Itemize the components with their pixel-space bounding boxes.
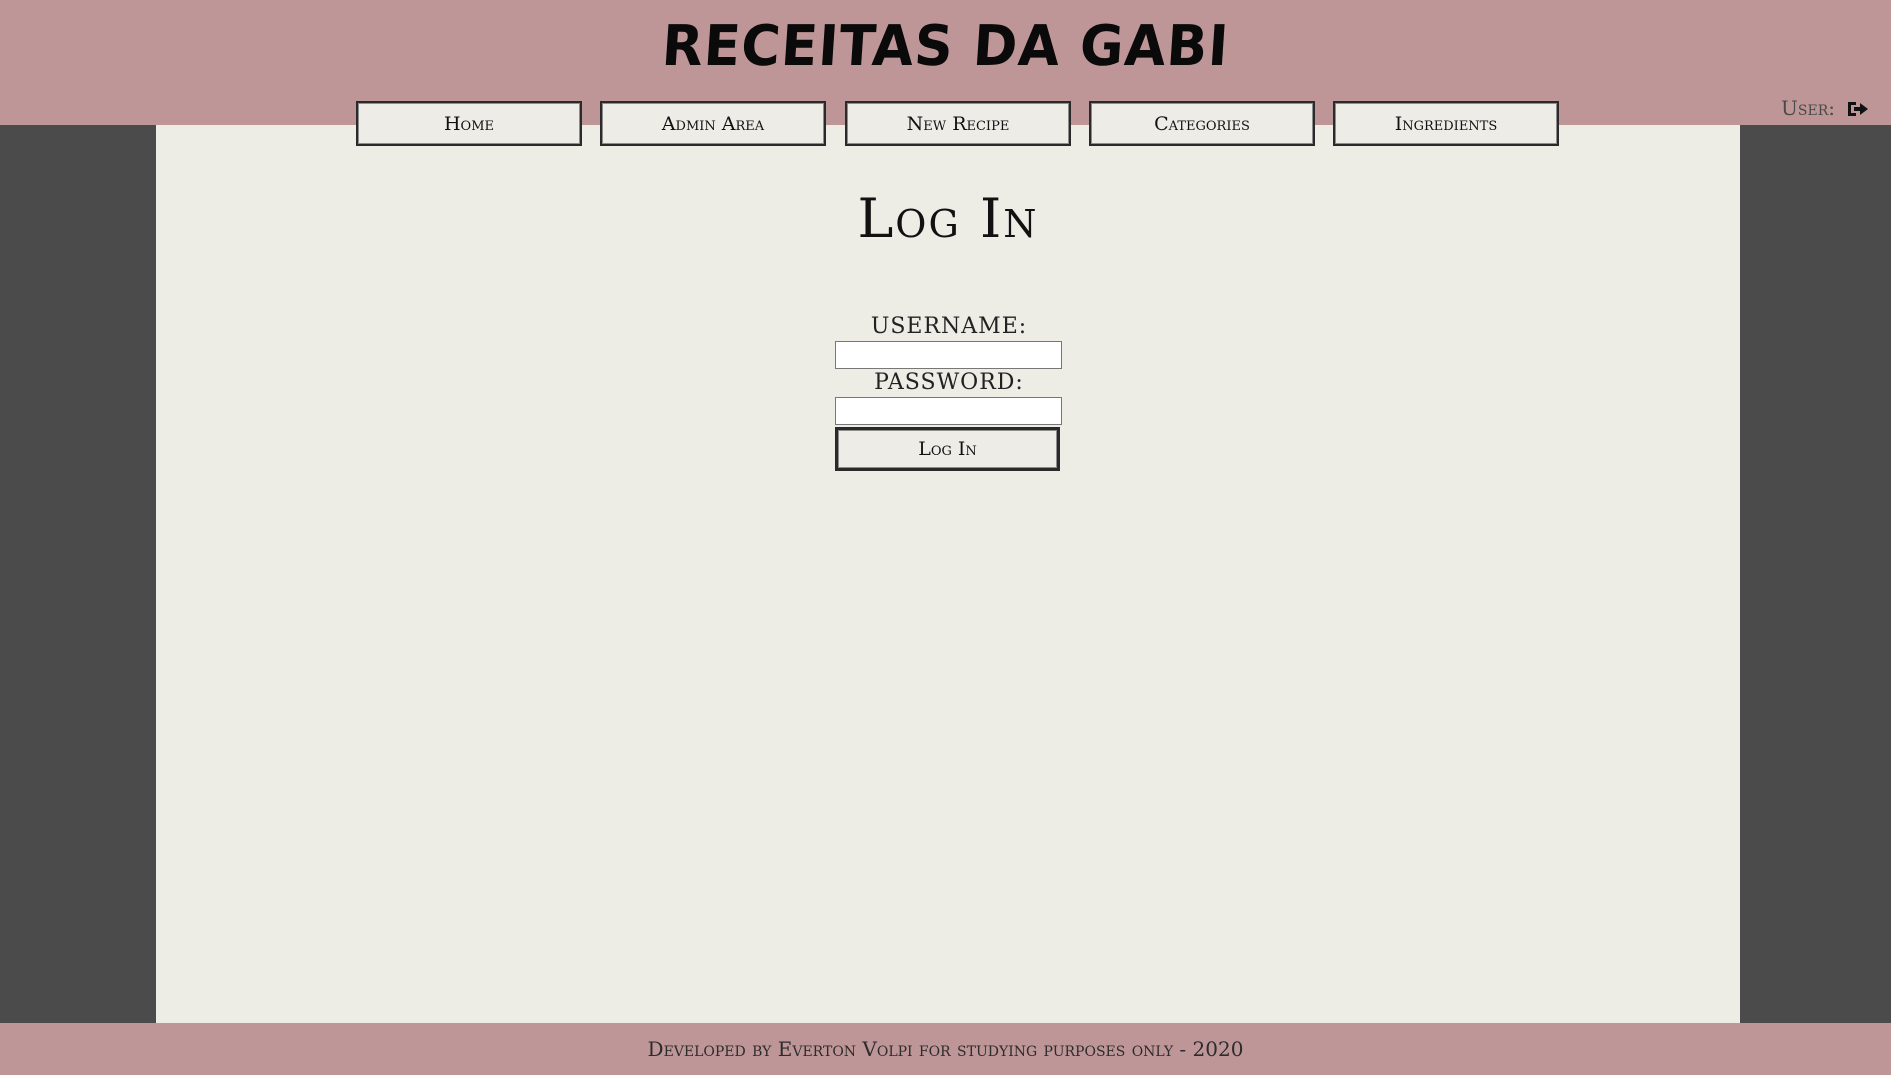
- password-label: PASSWORD:: [874, 370, 1024, 395]
- nav-new-recipe-button[interactable]: New Recipe: [845, 101, 1071, 146]
- nav-categories-button[interactable]: Categories: [1089, 101, 1315, 146]
- login-button[interactable]: Log In: [835, 427, 1060, 471]
- login-form: USERNAME: PASSWORD: Log In: [835, 313, 1063, 471]
- user-label: User:: [1781, 96, 1835, 120]
- user-area: User:: [1781, 96, 1869, 120]
- password-input[interactable]: [835, 397, 1062, 425]
- username-label: USERNAME:: [870, 314, 1028, 339]
- site-title: RECEITAS DA GABI: [659, 14, 1232, 79]
- nav-home-button[interactable]: Home: [356, 101, 582, 146]
- main-nav: Home Admin Area New Recipe Categories In…: [356, 101, 1559, 146]
- footer-text: Developed by Everton Volpi for studying …: [647, 1037, 1244, 1061]
- site-footer: Developed by Everton Volpi for studying …: [0, 1023, 1891, 1075]
- nav-ingredients-button[interactable]: Ingredients: [1333, 101, 1559, 146]
- username-input[interactable]: [835, 341, 1062, 369]
- page-title: Log In: [857, 187, 1039, 250]
- sign-out-icon[interactable]: [1847, 99, 1869, 117]
- main-content: Log In USERNAME: PASSWORD: Log In: [156, 125, 1740, 1023]
- nav-admin-area-button[interactable]: Admin Area: [600, 101, 826, 146]
